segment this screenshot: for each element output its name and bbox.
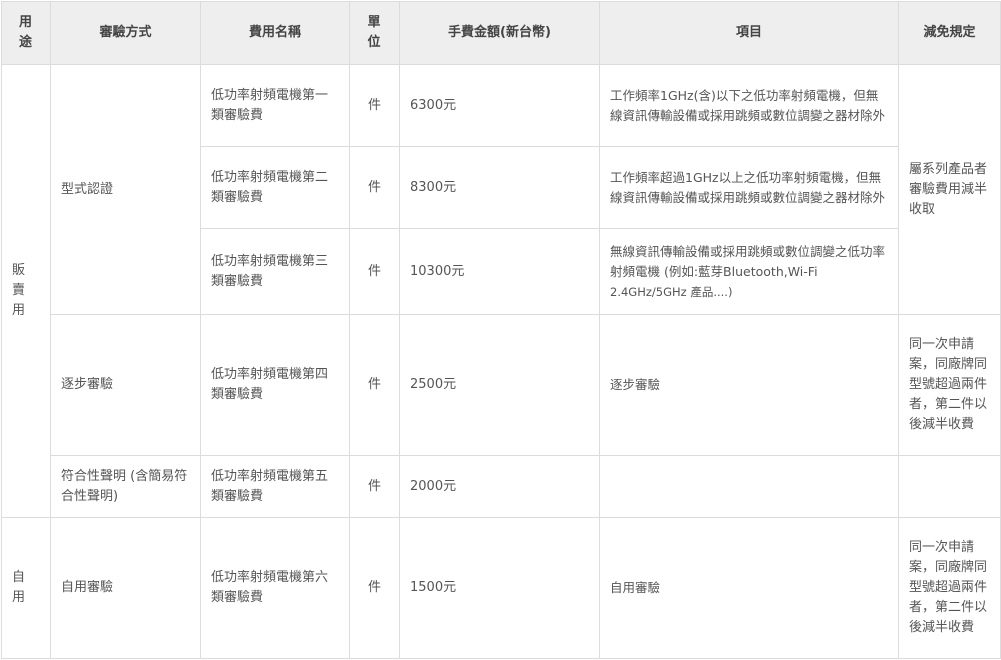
- fee-name-cell: 低功率射頻電機第六類審驗費: [200, 517, 350, 659]
- fee-name-cell: 低功率射頻電機第四類審驗費: [200, 314, 350, 456]
- table-row: 逐步審驗 低功率射頻電機第四類審驗費 件 2500元 逐步審驗 同一次申請案，同…: [2, 314, 1001, 456]
- header-row: 用途 審驗方式 費用名稱 單位 手費金額(新台幣) 項目 減免規定: [1, 1, 1001, 65]
- table-row: 販賣用 型式認證 低功率射頻電機第一類審驗費 件 6300元 工作頻率1GHz(…: [1, 64, 1001, 518]
- item-cell: 自用審驗: [599, 517, 899, 659]
- header-item: 項目: [599, 1, 899, 65]
- method-self-use: 自用審驗: [50, 517, 201, 659]
- amount-cell: 6300元: [399, 64, 600, 147]
- header-amount: 手費金額(新台幣): [399, 1, 600, 65]
- method-conformity: 符合性聲明 (含簡易符合性聲明): [50, 455, 201, 518]
- method-stepwise: 逐步審驗: [50, 314, 201, 456]
- item-cell: [599, 455, 899, 518]
- unit-cell: 件: [349, 314, 400, 456]
- unit-cell: 件: [349, 455, 400, 518]
- reduction-same-model: 同一次申請案，同廠牌同型號超過兩件者，第二件以後減半收費: [898, 314, 1001, 456]
- amount-cell: 1500元: [399, 517, 600, 659]
- reduction-series: 屬系列產品者審驗費用減半收取: [898, 64, 1001, 315]
- item-text-main: 無線資訊傳輸設備或採用跳頻或數位調變之低功率射頻電機 (例如:藍芽Bluetoo…: [610, 243, 886, 279]
- usage-sale: 販賣用: [1, 64, 51, 518]
- amount-cell: 2000元: [399, 455, 600, 518]
- unit-cell: 件: [349, 517, 400, 659]
- item-cell: 工作頻率1GHz(含)以下之低功率射頻電機，但無線資訊傳輸設備或採用跳頻或數位調…: [599, 64, 899, 147]
- amount-cell: 2500元: [399, 314, 600, 456]
- unit-cell: 件: [349, 64, 400, 147]
- table-row: 自用 自用審驗 低功率射頻電機第六類審驗費 件 1500元 自用審驗 同一次申請…: [1, 517, 1001, 659]
- item-cell: 工作頻率超過1GHz以上之低功率射頻電機，但無線資訊傳輸設備或採用跳頻或數位調變…: [599, 146, 899, 229]
- item-cell: 無線資訊傳輸設備或採用跳頻或數位調變之低功率射頻電機 (例如:藍芽Bluetoo…: [599, 228, 899, 315]
- amount-cell: 10300元: [399, 228, 600, 315]
- fee-name-cell: 低功率射頻電機第一類審驗費: [200, 64, 350, 147]
- table-row: 符合性聲明 (含簡易符合性聲明) 低功率射頻電機第五類審驗費 件 2000元: [2, 455, 1001, 518]
- header-fee-name: 費用名稱: [200, 1, 350, 65]
- item-text-small: 2.4GHz/5GHz 產品....): [610, 284, 733, 299]
- header-method: 審驗方式: [50, 1, 201, 65]
- reduction-same-model-self: 同一次申請案，同廠牌同型號超過兩件者，第二件以後減半收費: [898, 517, 1001, 659]
- unit-cell: 件: [349, 228, 400, 315]
- fee-name-cell: 低功率射頻電機第五類審驗費: [200, 455, 350, 518]
- amount-cell: 8300元: [399, 146, 600, 229]
- method-type-cert: 型式認證: [50, 64, 201, 315]
- fee-name-cell: 低功率射頻電機第二類審驗費: [200, 146, 350, 229]
- item-cell: 逐步審驗: [599, 314, 899, 456]
- header-usage: 用途: [1, 1, 51, 65]
- usage-self: 自用: [1, 517, 51, 659]
- fee-table: 用途 審驗方式 費用名稱 單位 手費金額(新台幣) 項目 減免規定 販賣用 型式…: [1, 1, 1001, 659]
- header-reduction: 減免規定: [898, 1, 1001, 65]
- fee-name-cell: 低功率射頻電機第三類審驗費: [200, 228, 350, 315]
- reduction-empty: [898, 455, 1001, 518]
- unit-cell: 件: [349, 146, 400, 229]
- header-unit: 單位: [349, 1, 400, 65]
